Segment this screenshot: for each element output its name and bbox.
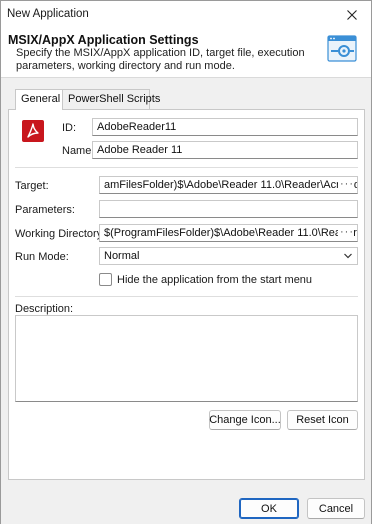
reset-icon-button-label: Reset Icon [296, 414, 349, 426]
name-value: Adobe Reader 11 [97, 144, 183, 156]
working-directory-value: $(ProgramFilesFolder)$\Adobe\Reader 11.0… [104, 227, 357, 239]
tab-powershell-scripts[interactable]: PowerShell Scripts [62, 89, 160, 109]
separator [15, 167, 358, 168]
dialog-window: New Application MSIX/AppX Application Se… [0, 0, 372, 524]
title-bar: New Application [1, 1, 371, 28]
cancel-button[interactable]: Cancel [307, 498, 365, 519]
working-directory-browse-button[interactable]: ··· [338, 226, 354, 238]
tab-general[interactable]: General [15, 89, 63, 110]
ok-button-label: OK [261, 502, 277, 515]
id-label: ID: [62, 122, 77, 134]
application-settings-icon [327, 34, 357, 64]
header-banner: MSIX/AppX Application Settings Specify t… [1, 28, 371, 78]
name-label: Name: [62, 145, 95, 157]
close-icon [347, 10, 357, 20]
chevron-down-icon [344, 253, 352, 259]
target-label: Target: [15, 180, 49, 192]
name-field[interactable]: Adobe Reader 11 [92, 141, 358, 159]
general-tab-panel: ID: AdobeReader11 Name: Adobe Reader 11 … [8, 109, 365, 480]
run-mode-label: Run Mode: [15, 251, 69, 263]
reset-icon-button[interactable]: Reset Icon [287, 410, 358, 430]
header-description: Specify the MSIX/AppX application ID, ta… [16, 47, 305, 72]
description-textarea[interactable] [15, 315, 358, 402]
parameters-field[interactable] [99, 200, 358, 218]
target-value: amFilesFolder)$\Adobe\Reader 11.0\Reader… [104, 179, 357, 191]
adobe-reader-icon [22, 120, 44, 142]
parameters-label: Parameters: [15, 204, 75, 216]
description-label: Description: [15, 303, 74, 315]
tab-powershell-scripts-label: PowerShell Scripts [68, 93, 161, 105]
change-icon-button[interactable]: Change Icon... [209, 410, 281, 430]
window-title: New Application [7, 8, 89, 20]
run-mode-value: Normal [104, 250, 140, 262]
hide-from-start-menu-label: Hide the application from the start menu [117, 274, 313, 286]
dialog-content: General PowerShell Scripts ID: AdobeRead… [1, 79, 371, 484]
dialog-footer: OK Cancel [1, 484, 371, 524]
working-directory-label: Working Directory: [15, 228, 106, 240]
ok-button[interactable]: OK [239, 498, 299, 519]
change-icon-button-label: Change Icon... [209, 414, 281, 426]
cancel-button-label: Cancel [318, 502, 354, 515]
tab-general-label: General [21, 93, 61, 105]
id-field[interactable]: AdobeReader11 [92, 118, 358, 136]
target-browse-button[interactable]: ··· [338, 178, 354, 190]
separator [15, 296, 358, 297]
target-field[interactable]: amFilesFolder)$\Adobe\Reader 11.0\Reader… [99, 176, 358, 194]
hide-from-start-menu-checkbox[interactable] [99, 273, 112, 286]
id-value: AdobeReader11 [97, 121, 177, 133]
close-button[interactable] [337, 2, 367, 28]
working-directory-field[interactable]: $(ProgramFilesFolder)$\Adobe\Reader 11.0… [99, 224, 358, 242]
run-mode-select[interactable]: Normal [99, 247, 358, 265]
header-title: MSIX/AppX Application Settings [8, 33, 199, 47]
